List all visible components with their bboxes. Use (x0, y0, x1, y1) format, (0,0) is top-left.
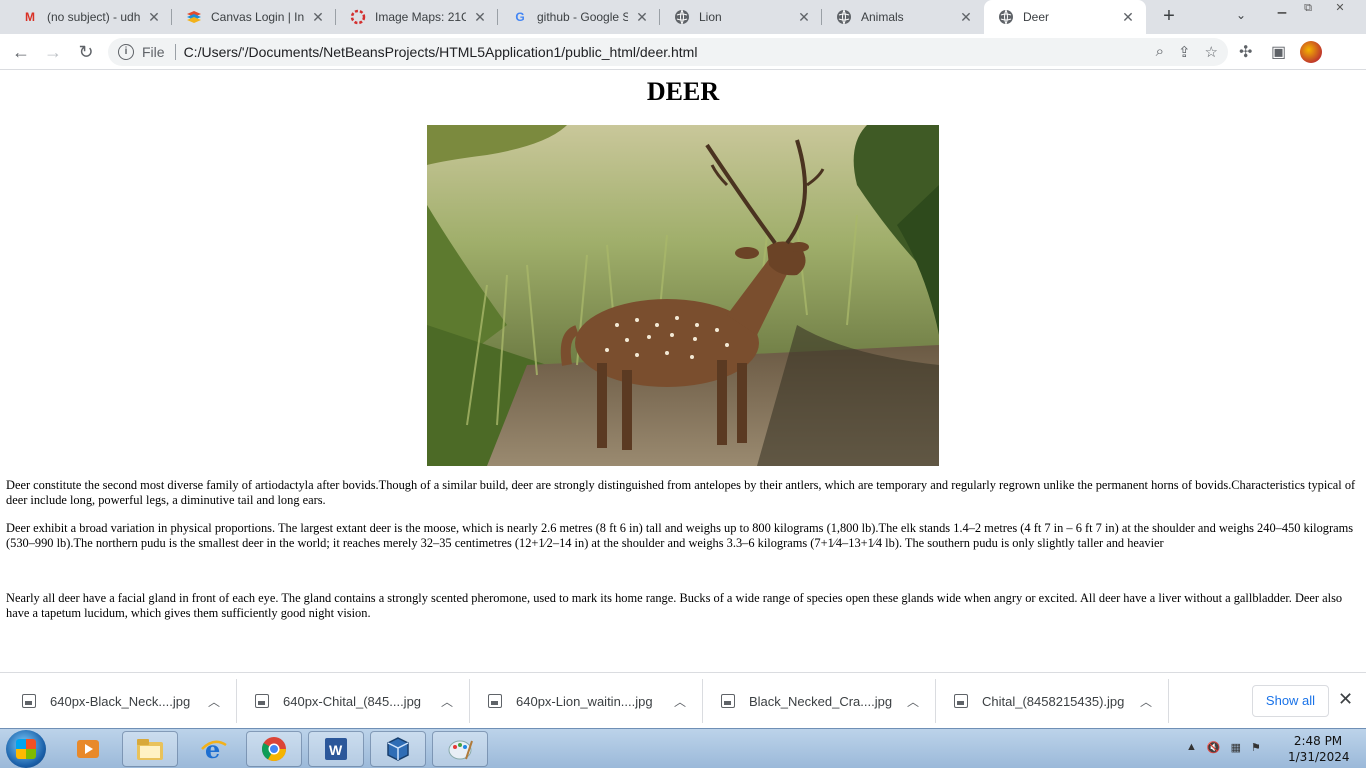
system-tray: ▲ 🔇 ▦ ⚑ (1186, 741, 1261, 754)
media-player-icon[interactable] (60, 731, 116, 767)
tab-title: Lion (699, 10, 722, 24)
forward-arrow-icon[interactable]: → (41, 40, 65, 64)
downloads-bar: 640px-Black_Neck....jpg ︿ 640px-Chital_(… (0, 672, 1366, 728)
close-icon[interactable]: ✕ (958, 9, 974, 25)
minimize-icon[interactable]: ▁ (1268, 0, 1296, 18)
tab-image-maps[interactable]: Image Maps: 21CS ✕ (336, 0, 498, 34)
scheme-chip: File (142, 44, 165, 60)
download-item[interactable]: 640px-Lion_waitin....jpg ︿ (488, 681, 686, 721)
tab-title: github - Google Se (537, 10, 628, 24)
reload-icon[interactable]: ↻ (74, 40, 98, 64)
tab-strip: M (no subject) - udha ✕ Canvas Login | I… (0, 0, 1366, 34)
download-filename: 640px-Black_Neck....jpg (50, 693, 191, 709)
image-file-icon (22, 694, 36, 708)
google-icon: G (515, 10, 525, 24)
ring-icon (350, 9, 366, 25)
chrome-icon[interactable] (246, 731, 302, 767)
globe-icon (674, 9, 690, 25)
tab-deer[interactable]: Deer ✕ (984, 0, 1146, 34)
profile-avatar[interactable] (1300, 41, 1322, 63)
bookmark-star-icon[interactable]: ☆ (1205, 43, 1218, 61)
action-center-flag-icon[interactable]: ⚑ (1251, 741, 1261, 754)
clock-time: 2:48 PM (1293, 734, 1343, 748)
image-file-icon (488, 694, 502, 708)
deer-photo (427, 125, 939, 466)
virtualbox-icon[interactable] (370, 731, 426, 767)
download-filename: Black_Necked_Cra....jpg (749, 693, 893, 709)
svg-text:W: W (329, 742, 343, 758)
chevron-up-icon[interactable]: ︿ (1140, 693, 1152, 710)
show-all-button[interactable]: Show all (1252, 685, 1329, 717)
info-icon[interactable]: i (118, 44, 134, 60)
address-bar[interactable]: i File C:/Users/'/Documents/NetBeansProj… (108, 38, 1228, 66)
tab-canvas[interactable]: Canvas Login | Inst ✕ (172, 0, 336, 34)
close-icon[interactable]: ✕ (472, 9, 488, 25)
tab-title: Image Maps: 21CS (375, 10, 466, 24)
start-button[interactable] (6, 730, 46, 768)
internet-explorer-icon[interactable]: e (186, 731, 242, 767)
extensions-puzzle-icon[interactable]: ✣ (1239, 42, 1252, 62)
new-tab-button[interactable]: + (1158, 6, 1180, 28)
page-title: DEER (646, 77, 720, 106)
tab-gmail[interactable]: M (no subject) - udha ✕ (8, 0, 172, 34)
download-filename: Chital_(8458215435).jpg (982, 693, 1125, 709)
paragraph-glands: Nearly all deer have a facial gland in f… (6, 591, 1343, 620)
zoom-icon[interactable]: ⌕ (1156, 43, 1164, 61)
canvas-icon (186, 9, 202, 25)
side-panel-icon[interactable]: ▣ (1271, 42, 1286, 62)
chevron-up-icon[interactable]: ︿ (208, 693, 220, 710)
download-filename: 640px-Chital_(845....jpg (283, 693, 422, 709)
window-close-icon[interactable]: ✕ (1326, 0, 1354, 18)
paint-icon[interactable] (432, 731, 488, 767)
tab-title: (no subject) - udha (47, 10, 140, 24)
share-icon[interactable]: ⇪ (1178, 43, 1191, 61)
tab-lion[interactable]: Lion ✕ (660, 0, 822, 34)
tab-title: Animals (861, 10, 904, 24)
paragraph-intro: Deer constitute the second most diverse … (6, 478, 1356, 507)
tab-google-search[interactable]: G github - Google Se ✕ (498, 0, 660, 34)
browser-toolbar: ← → ↻ i File C:/Users/'/Documents/NetBea… (0, 34, 1366, 70)
chevron-up-icon[interactable]: ︿ (441, 693, 453, 710)
download-item[interactable]: 640px-Chital_(845....jpg ︿ (255, 681, 453, 721)
close-icon[interactable]: ✕ (146, 9, 162, 25)
svg-text:e: e (205, 735, 220, 763)
globe-icon (836, 9, 852, 25)
tab-animals[interactable]: Animals ✕ (822, 0, 984, 34)
chevron-up-icon[interactable]: ︿ (907, 693, 919, 710)
volume-muted-icon[interactable]: 🔇 (1207, 741, 1221, 754)
clock-date: 1/31/2024 (1288, 750, 1350, 764)
back-arrow-icon[interactable]: ← (9, 40, 33, 64)
close-icon[interactable]: ✕ (1338, 689, 1353, 710)
taskbar-clock[interactable]: 2:48 PM 1/31/2024 (1288, 733, 1350, 765)
download-item[interactable]: Chital_(8458215435).jpg ︿ (954, 681, 1152, 721)
globe-icon (998, 9, 1014, 25)
image-file-icon (954, 694, 968, 708)
tab-title: Deer (1023, 10, 1050, 24)
tray-expand-icon[interactable]: ▲ (1186, 741, 1197, 754)
gmail-icon: M (25, 10, 35, 24)
download-filename: 640px-Lion_waitin....jpg (516, 693, 653, 709)
tab-title: Canvas Login | Inst (211, 10, 304, 24)
tab-search-chevron-icon[interactable]: ⌄ (1236, 8, 1246, 22)
paragraph-proportions: Deer exhibit a broad variation in physic… (6, 521, 1354, 550)
file-explorer-icon[interactable] (122, 731, 178, 767)
close-icon[interactable]: ✕ (796, 9, 812, 25)
windows-taskbar: e W ▲ 🔇 ▦ ⚑ 2:48 PM 1/31/2024 (0, 728, 1366, 768)
word-icon[interactable]: W (308, 731, 364, 767)
close-icon[interactable]: ✕ (634, 9, 650, 25)
close-icon[interactable]: ✕ (310, 9, 326, 25)
web-page: DEER Deer constitute the second most div… (0, 71, 1366, 671)
network-icon[interactable]: ▦ (1231, 741, 1241, 754)
download-item[interactable]: 640px-Black_Neck....jpg ︿ (22, 681, 220, 721)
restore-icon[interactable]: ⧉ (1294, 0, 1322, 18)
image-file-icon (721, 694, 735, 708)
download-item[interactable]: Black_Necked_Cra....jpg ︿ (721, 681, 919, 721)
url-text[interactable]: C:/Users/'/Documents/NetBeansProjects/HT… (184, 44, 698, 60)
image-file-icon (255, 694, 269, 708)
chevron-up-icon[interactable]: ︿ (674, 693, 686, 710)
close-icon[interactable]: ✕ (1120, 9, 1136, 25)
